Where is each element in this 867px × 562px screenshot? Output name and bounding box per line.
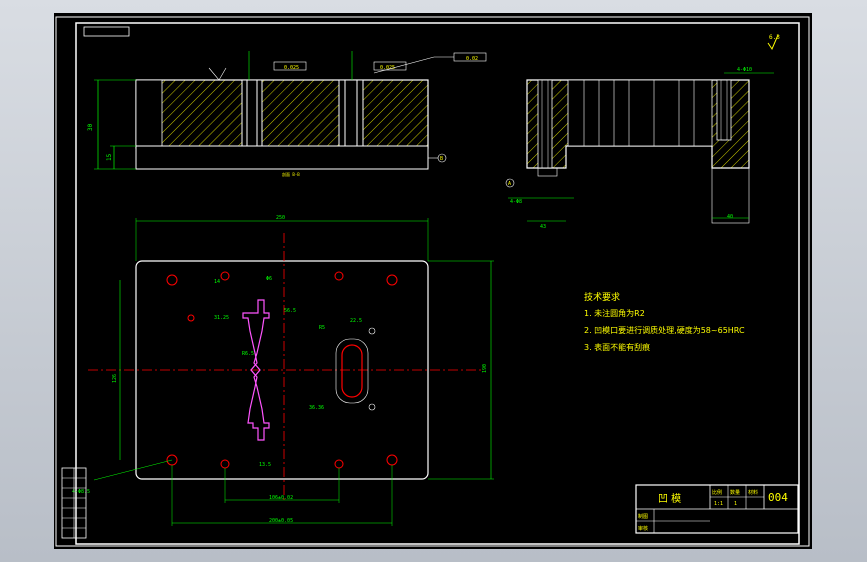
- roughness-value: 6.3: [769, 34, 780, 41]
- scale-value: 1:1: [714, 501, 723, 507]
- mark-a: A: [508, 181, 511, 187]
- cad-drawing-canvas: 6.3 30 15 0.025 0.025 0.02 B 剖面 B-B 4-Φ8…: [55, 16, 810, 547]
- notes-line-3: 3. 表面不能有刮痕: [584, 342, 650, 352]
- label-check: 审核: [638, 525, 648, 532]
- height-dim-label: 30: [87, 123, 94, 131]
- title-block: 凹 模 比例 数量 材料 1:1 1 004 制图 审核: [635, 484, 799, 534]
- roughness-symbol: 6.3: [767, 34, 780, 51]
- technical-notes: 技术要求 1. 未注圆角为R2 2. 凹模口要进行调质处理,硬度为58~65HR…: [584, 291, 745, 352]
- tolerance-tag: 0.02: [466, 56, 478, 62]
- dim-e: 22.5: [350, 318, 362, 324]
- width-dim: 250: [276, 215, 285, 221]
- dim-c: R6.5: [242, 351, 254, 357]
- label-design: 制图: [638, 513, 648, 520]
- hole-note: 4-Φ8.5: [72, 489, 90, 495]
- section-view-left: 30 15 0.025 0.025 0.02 B 剖面 B-B: [87, 51, 487, 177]
- bottom-dim-2: 200±0.05: [269, 518, 293, 524]
- hole-dim: 4-Φ8: [510, 199, 522, 205]
- dim-a: 31.25: [214, 315, 229, 321]
- part-name: 凹 模: [658, 493, 681, 505]
- dim-right: 40: [727, 214, 733, 220]
- base-dim-label: 15: [106, 153, 113, 161]
- section-view-right: 4-Φ8 43 40 4-Φ10 A: [505, 67, 774, 230]
- plan-view: 250 190 126 200±0.05 106±0.02 4-Φ8.5 Φ6 …: [72, 215, 494, 526]
- dim-b: 56.5: [284, 308, 296, 314]
- center-mark: Φ6: [266, 276, 272, 282]
- notes-line-2: 2. 凹模口要进行调质处理,硬度为58~65HRC: [584, 325, 745, 335]
- dim-d: R5: [319, 325, 325, 331]
- label-material: 材料: [748, 489, 758, 496]
- cad-drawing-viewport[interactable]: 6.3 30 15 0.025 0.025 0.02 B 剖面 B-B 4-Φ8…: [54, 13, 812, 549]
- dim-mid: 36.36: [309, 405, 324, 411]
- dim-width: 43: [540, 224, 546, 230]
- drawing-number-box: [83, 26, 130, 37]
- section-label: 剖面 B-B: [282, 171, 300, 177]
- drawing-number: 004: [768, 491, 788, 504]
- notes-line-1: 1. 未注圆角为R2: [584, 308, 645, 318]
- revision-strip: [61, 467, 87, 539]
- qty-value: 1: [734, 501, 737, 507]
- dim-g: 13.5: [259, 462, 271, 468]
- bottom-dim-1: 106±0.02: [269, 495, 293, 501]
- label-scale: 比例: [712, 489, 722, 496]
- datum-b: B: [440, 156, 443, 162]
- dim-pitch: 4-Φ10: [737, 67, 752, 73]
- label-qty: 数量: [730, 489, 740, 496]
- height-dim: 190: [482, 364, 488, 373]
- notes-title: 技术要求: [584, 291, 620, 303]
- flatness-a: 0.025: [284, 65, 299, 71]
- dim-i: 14: [214, 279, 220, 285]
